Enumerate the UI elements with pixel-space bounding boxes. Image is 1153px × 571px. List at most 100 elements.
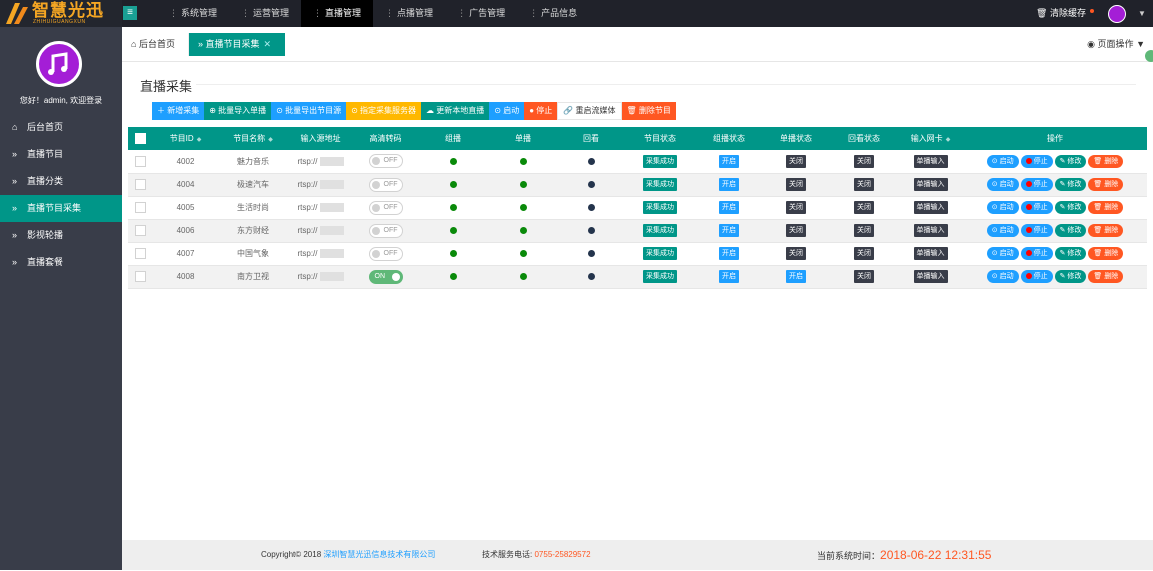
row-stop-button[interactable]: 停止 bbox=[1020, 224, 1053, 237]
sort-icon[interactable]: ◆ bbox=[946, 137, 951, 143]
user-avatar-icon[interactable] bbox=[1108, 5, 1126, 23]
play-circle-icon: ⊙ bbox=[494, 106, 501, 115]
page-ops-dropdown[interactable]: ◉ 页面操作 ▼ bbox=[1087, 33, 1145, 56]
row-select[interactable] bbox=[128, 196, 153, 220]
logo[interactable]: 智慧光迅 ZHIHUIGUANGXUN bbox=[0, 0, 122, 27]
checkbox[interactable] bbox=[135, 133, 146, 144]
row-delete-button[interactable]: 🗑 删除 bbox=[1088, 224, 1124, 237]
row-delete-button[interactable]: 🗑 删除 bbox=[1088, 270, 1124, 283]
checkbox[interactable] bbox=[135, 179, 146, 190]
row-delete-button[interactable]: 🗑 删除 bbox=[1088, 178, 1124, 191]
caret-down-icon[interactable]: ▼ bbox=[1138, 0, 1146, 27]
header-select-all[interactable] bbox=[128, 127, 153, 150]
cell-ucast-status: 关闭 bbox=[762, 196, 830, 220]
topnav-item-ads[interactable]: ⋮ 广告管理 bbox=[445, 0, 517, 27]
stop-button[interactable]: ● 停止 bbox=[524, 102, 558, 120]
clear-cache-button[interactable]: 🗑 清除缓存 bbox=[1036, 0, 1086, 27]
topnav-item-product[interactable]: ⋮ 产品信息 bbox=[517, 0, 589, 27]
sidebar-item-carousel[interactable]: » 影视轮播 bbox=[0, 222, 122, 249]
topnav-item-vod[interactable]: ⋮ 点播管理 bbox=[373, 0, 445, 27]
table-row[interactable]: 4006 东方财经 rtsp:// OFF 采集成功 开启 关闭 关闭 单播输入 ⊙ 启动 停止 ✎ … bbox=[128, 219, 1147, 243]
table-row[interactable]: 4002 魅力音乐 rtsp:// OFF 采集成功 开启 关闭 关闭 单播输入 ⊙ 启动 停止 ✎ … bbox=[128, 150, 1147, 174]
hd-toggle[interactable]: OFF bbox=[368, 154, 403, 169]
cell-nic: 单播输入 bbox=[898, 242, 963, 266]
assign-server-button[interactable]: ⊙ 指定采集服务器 bbox=[346, 102, 422, 120]
row-delete-button[interactable]: 🗑 删除 bbox=[1088, 247, 1124, 260]
cell-mcast-status: 开启 bbox=[696, 196, 762, 220]
header-nic[interactable]: 输入网卡 ◆ bbox=[898, 127, 963, 150]
close-icon[interactable]: ✕ bbox=[264, 39, 272, 49]
row-edit-button[interactable]: ✎ 修改 bbox=[1054, 247, 1087, 260]
sort-icon[interactable]: ◆ bbox=[268, 137, 273, 143]
row-delete-button[interactable]: 🗑 删除 bbox=[1088, 201, 1124, 214]
topnav-item-operation[interactable]: ⋮ 运营管理 bbox=[229, 0, 301, 27]
topnav-item-system[interactable]: ⋮ 系统管理 bbox=[157, 0, 229, 27]
sidebar-item-live-category[interactable]: » 直播分类 bbox=[0, 168, 122, 195]
sidebar-item-home[interactable]: ⌂ 后台首页 bbox=[0, 114, 122, 141]
row-select[interactable] bbox=[128, 219, 153, 243]
row-stop-button[interactable]: 停止 bbox=[1020, 154, 1053, 168]
row-edit-button[interactable]: ✎ 修改 bbox=[1054, 224, 1087, 237]
delete-program-button[interactable]: 🗑 删除节目 bbox=[621, 102, 676, 120]
start-button[interactable]: ⊙ 启动 bbox=[489, 102, 525, 120]
plus-icon: ＋ bbox=[157, 106, 165, 115]
hd-toggle[interactable]: OFF bbox=[368, 200, 403, 215]
sidebar-item-package[interactable]: » 直播套餐 bbox=[0, 249, 122, 276]
tab-live-capture[interactable]: » 直播节目采集 ✕ bbox=[189, 33, 285, 56]
checkbox[interactable] bbox=[135, 225, 146, 236]
hd-toggle[interactable]: ON bbox=[368, 269, 403, 284]
row-start-button[interactable]: ⊙ 启动 bbox=[986, 154, 1019, 168]
sort-icon[interactable]: ◆ bbox=[197, 137, 202, 143]
hd-toggle[interactable]: OFF bbox=[368, 246, 403, 261]
status-dot-icon bbox=[587, 250, 595, 258]
checkbox[interactable] bbox=[135, 155, 146, 167]
row-start-button[interactable]: ⊙ 启动 bbox=[986, 178, 1019, 191]
row-delete-button[interactable]: 🗑 删除 bbox=[1088, 154, 1124, 168]
row-edit-button[interactable]: ✎ 修改 bbox=[1054, 178, 1087, 191]
cell-mcast-status: 开启 bbox=[696, 150, 762, 174]
checkbox[interactable] bbox=[135, 248, 146, 259]
row-select[interactable] bbox=[128, 150, 153, 174]
row-select[interactable] bbox=[128, 242, 153, 266]
row-start-button[interactable]: ⊙ 启动 bbox=[986, 224, 1019, 237]
row-start-button[interactable]: ⊙ 启动 bbox=[986, 201, 1019, 214]
row-edit-button[interactable]: ✎ 修改 bbox=[1054, 270, 1087, 283]
row-stop-button[interactable]: 停止 bbox=[1020, 178, 1053, 191]
row-stop-button[interactable]: 停止 bbox=[1020, 270, 1053, 283]
menu-toggle-icon[interactable]: ≡ bbox=[123, 6, 137, 20]
row-select[interactable] bbox=[128, 265, 153, 289]
trash-icon: 🗑 bbox=[1093, 250, 1103, 257]
row-start-button[interactable]: ⊙ 启动 bbox=[986, 247, 1019, 260]
sidebar-item-live-programs[interactable]: » 直播节目 bbox=[0, 141, 122, 168]
cell-ucast-status: 关闭 bbox=[762, 242, 830, 266]
batch-export-button[interactable]: ⊙ 批量导出节目源 bbox=[271, 102, 347, 120]
row-edit-button[interactable]: ✎ 修改 bbox=[1054, 154, 1087, 168]
company-link[interactable]: 深圳智慧光迅信息技术有限公司 bbox=[323, 550, 435, 559]
floating-circle-icon[interactable] bbox=[1145, 50, 1153, 62]
table-row[interactable]: 4005 生活时尚 rtsp:// OFF 采集成功 开启 关闭 关闭 单播输入 ⊙ 启动 停止 ✎ … bbox=[128, 196, 1147, 220]
header-id[interactable]: 节目ID ◆ bbox=[153, 127, 218, 150]
sidebar-item-live-capture[interactable]: » 直播节目采集 bbox=[0, 195, 122, 222]
topnav-item-live[interactable]: ⋮ 直播管理 bbox=[301, 0, 374, 27]
hd-toggle[interactable]: OFF bbox=[368, 177, 403, 192]
hd-toggle[interactable]: OFF bbox=[368, 223, 403, 238]
row-stop-button[interactable]: 停止 bbox=[1020, 201, 1053, 214]
row-edit-button[interactable]: ✎ 修改 bbox=[1054, 201, 1087, 214]
row-start-button[interactable]: ⊙ 启动 bbox=[986, 270, 1019, 283]
row-stop-button[interactable]: 停止 bbox=[1020, 247, 1053, 260]
table-row[interactable]: 4008 南方卫视 rtsp:// ON 采集成功 开启 开启 关闭 单播输入 ⊙ 启动 停止 ✎ 修… bbox=[128, 265, 1147, 289]
row-select[interactable] bbox=[128, 173, 153, 197]
tab-home[interactable]: ⌂ 后台首页 bbox=[122, 33, 189, 56]
new-capture-button[interactable]: ＋ 新增采集 bbox=[152, 102, 205, 120]
play-circle-icon: ⊙ bbox=[991, 181, 998, 188]
update-local-button[interactable]: ☁ 更新本地直播 bbox=[421, 102, 490, 120]
batch-import-button[interactable]: ⊕ 批量导入单播 bbox=[204, 102, 272, 120]
avatar[interactable] bbox=[36, 41, 82, 87]
cell-prog-status: 采集成功 bbox=[624, 265, 696, 289]
table-row[interactable]: 4007 中国气象 rtsp:// OFF 采集成功 开启 关闭 关闭 单播输入 ⊙ 启动 停止 ✎ … bbox=[128, 242, 1147, 266]
header-name[interactable]: 节目名称 ◆ bbox=[218, 127, 288, 150]
checkbox[interactable] bbox=[135, 202, 146, 213]
restart-stream-button[interactable]: 🔗 重启流媒体 bbox=[557, 102, 622, 120]
checkbox[interactable] bbox=[135, 271, 146, 282]
table-row[interactable]: 4004 极速汽车 rtsp:// OFF 采集成功 开启 关闭 关闭 单播输入 ⊙ 启动 停止 ✎ … bbox=[128, 173, 1147, 197]
